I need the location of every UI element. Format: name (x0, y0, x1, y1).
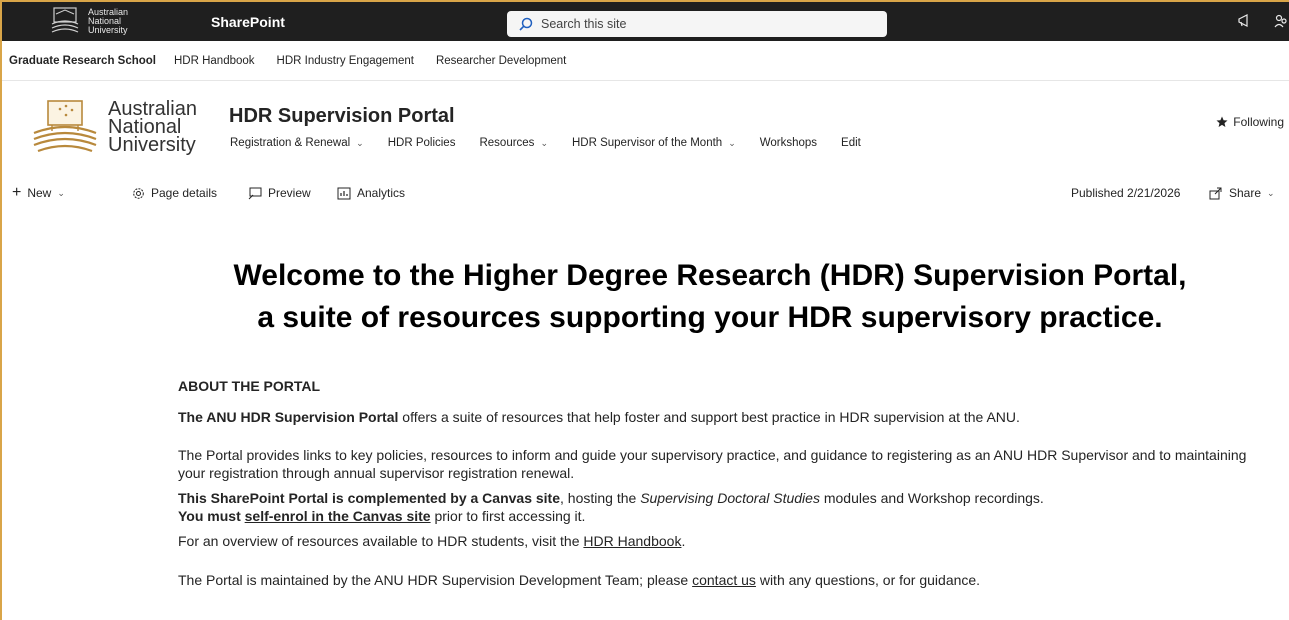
preview-icon (248, 187, 262, 200)
nav-item-label: HDR Supervisor of the Month (571, 137, 723, 149)
nav-item-resources[interactable]: Resources ⌄ (479, 137, 548, 149)
suite-bar: Australian National University SharePoin… (2, 2, 1289, 41)
window-frame-left (0, 0, 2, 620)
suite-logo-text: Australian National University (88, 7, 128, 35)
published-label: Published 2/21/2026 (1071, 186, 1181, 200)
command-bar: + New ⌄ Page details Preview Analytics P… (2, 184, 1289, 206)
headline-line: a suite of resources supporting your HDR… (257, 301, 1163, 334)
paragraph-handbook: For an overview of resources available t… (178, 533, 1258, 551)
app-name-link[interactable]: SharePoint (211, 14, 285, 30)
analytics-icon (337, 187, 351, 200)
paragraph-text: . (681, 533, 686, 549)
plus-icon: + (12, 184, 22, 201)
chevron-down-icon: ⌄ (57, 187, 65, 198)
anu-crest-icon (30, 97, 100, 157)
must-bold-text: You must (178, 507, 245, 524)
share-people-icon[interactable] (1273, 13, 1289, 29)
nav-item-supervisor-of-month[interactable]: HDR Supervisor of the Month ⌄ (572, 137, 736, 149)
star-icon (1216, 116, 1228, 128)
preview-label: Preview (268, 186, 311, 200)
contact-us-link[interactable]: contact us (692, 572, 756, 588)
megaphone-icon[interactable] (1237, 13, 1253, 29)
nav-edit-link[interactable]: Edit (841, 137, 861, 149)
nav-item-label: Edit (841, 137, 861, 149)
share-button[interactable]: Share ⌄ (1209, 186, 1275, 200)
chevron-down-icon: ⌄ (728, 137, 736, 148)
paragraph-links: The Portal provides links to key policie… (178, 447, 1258, 482)
suite-logo-line: University (88, 24, 128, 35)
headline-line: Welcome to the Higher Degree Research (H… (233, 259, 1187, 292)
following-button[interactable]: Following (1216, 115, 1284, 129)
published-status: Published 2/21/2026 (1071, 186, 1180, 200)
search-icon (519, 17, 533, 31)
share-label: Share (1229, 186, 1262, 200)
about-section: ABOUT THE PORTAL The ANU HDR Supervision… (178, 378, 1258, 589)
page-details-button[interactable]: Page details (132, 186, 217, 200)
paragraph-text: modules and Workshop recordings. (819, 490, 1044, 506)
site-logo[interactable]: Australian National University (30, 97, 197, 157)
nav-item-registration-renewal[interactable]: Registration & Renewal ⌄ (230, 137, 364, 149)
paragraph-text: , hosting the (560, 490, 641, 506)
page-headline: Welcome to the Higher Degree Research (H… (150, 255, 1270, 339)
paragraph-contact: The Portal is maintained by the ANU HDR … (178, 572, 1258, 590)
nav-item-hdr-policies[interactable]: HDR Policies (388, 137, 456, 149)
paragraph-text: offers a suite of resources that help fo… (398, 408, 1020, 425)
chevron-down-icon: ⌄ (540, 137, 548, 148)
nav-item-label: Workshops (759, 137, 818, 149)
following-label: Following (1233, 115, 1284, 129)
hub-site-title[interactable]: Graduate Research School (9, 55, 156, 67)
site-logo-text: Australian National University (108, 99, 197, 156)
paragraph-text: prior to first accessing it. (430, 507, 586, 524)
suite-logo[interactable]: Australian National University (48, 6, 128, 36)
paragraph-text: with any questions, or for guidance. (755, 571, 981, 588)
hub-link-hdr-handbook[interactable]: HDR Handbook (174, 55, 255, 67)
search-box[interactable] (507, 11, 887, 37)
paragraph-text: For an overview of resources available t… (178, 533, 584, 549)
paragraph-text: The Portal provides links to key policie… (178, 447, 1247, 481)
gear-icon (132, 187, 145, 200)
anu-crest-icon (48, 6, 82, 36)
hub-link-industry-engagement[interactable]: HDR Industry Engagement (277, 55, 414, 67)
new-button[interactable]: + New ⌄ (12, 184, 65, 201)
canvas-bold-text: This SharePoint Portal is complemented b… (178, 490, 561, 506)
analytics-button[interactable]: Analytics (337, 186, 405, 200)
nav-item-label: HDR Policies (387, 137, 456, 149)
hub-link-researcher-development[interactable]: Researcher Development (436, 55, 566, 67)
nav-item-label: Registration & Renewal (230, 137, 351, 149)
portal-name-bold: The ANU HDR Supervision Portal (178, 408, 399, 425)
hdr-handbook-link[interactable]: HDR Handbook (583, 533, 681, 549)
chevron-down-icon: ⌄ (1267, 187, 1275, 198)
section-heading: ABOUT THE PORTAL (178, 378, 321, 394)
site-title[interactable]: HDR Supervision Portal (229, 105, 455, 128)
search-input[interactable] (541, 17, 861, 31)
module-title-italic: Supervising Doctoral Studies (640, 490, 820, 506)
page-details-label: Page details (151, 186, 218, 200)
suite-right-actions (1237, 13, 1289, 29)
paragraph-canvas: This SharePoint Portal is complemented b… (178, 490, 1258, 525)
share-icon (1209, 187, 1223, 200)
nav-item-label: Resources (479, 137, 535, 149)
chevron-down-icon: ⌄ (356, 137, 364, 148)
site-navigation: Registration & Renewal ⌄ HDR Policies Re… (230, 137, 885, 149)
analytics-label: Analytics (357, 186, 406, 200)
hub-navigation: Graduate Research School HDR Handbook HD… (2, 41, 1289, 81)
nav-item-workshops[interactable]: Workshops (760, 137, 817, 149)
self-enrol-link[interactable]: self-enrol in the Canvas site (245, 508, 431, 524)
paragraph-text: The Portal is maintained by the ANU HDR … (178, 571, 693, 588)
paragraph-intro: The ANU HDR Supervision Portal offers a … (178, 409, 1258, 427)
preview-button[interactable]: Preview (248, 186, 311, 200)
site-logo-line: University (108, 134, 196, 156)
new-label: New (27, 186, 52, 200)
